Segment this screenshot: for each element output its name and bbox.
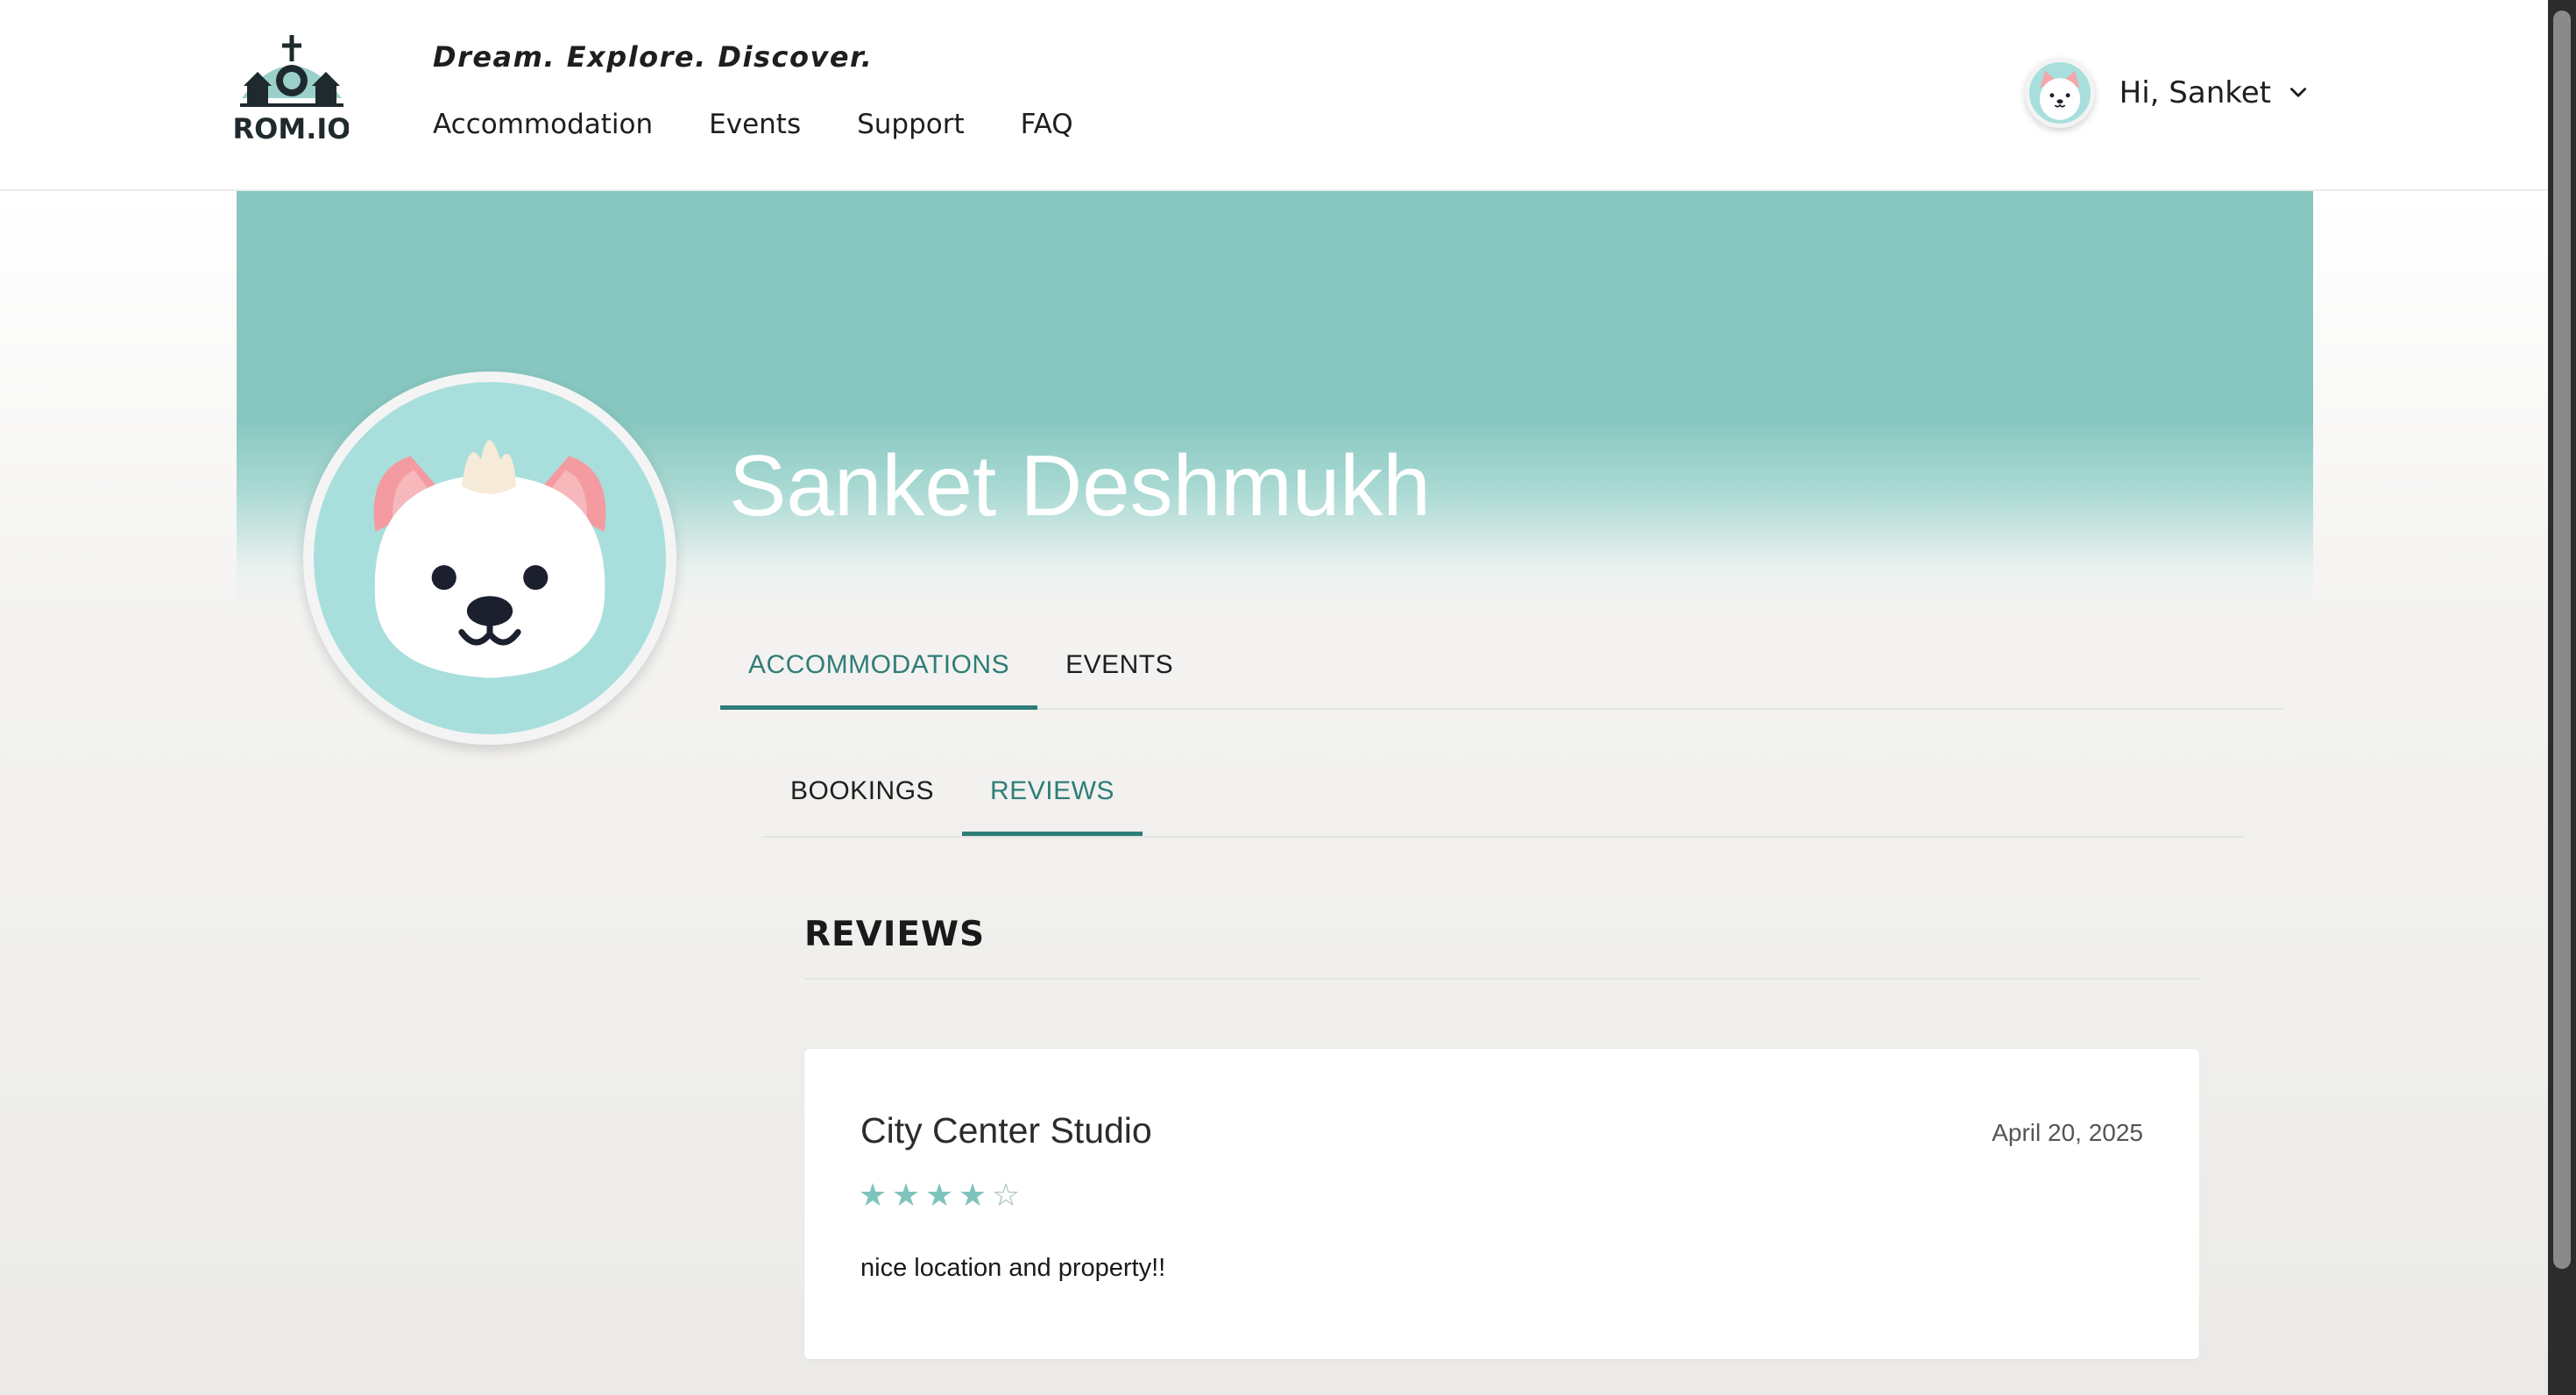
profile-avatar (303, 372, 676, 745)
star-filled-icon: ★ (958, 1178, 987, 1214)
star-empty-icon: ☆ (991, 1178, 1021, 1214)
tab-bookings[interactable]: BOOKINGS (762, 755, 962, 836)
review-date: April 20, 2025 (1992, 1119, 2143, 1146)
main-tabs: ACCOMMODATIONS EVENTS (720, 629, 2283, 710)
nav-accommodation[interactable]: Accommodation (433, 109, 653, 140)
tab-events[interactable]: EVENTS (1037, 629, 1201, 710)
review-text: nice location and property!! (860, 1254, 1166, 1282)
review-card: City Center Studio April 20, 2025 ★ ★ ★ ★ ☆ … (804, 1049, 2199, 1359)
cat-avatar-icon (373, 440, 606, 678)
logo-icon: ROM.IO (233, 35, 350, 145)
main-nav: Accommodation Events Support FAQ (433, 109, 1073, 140)
scrollbar-thumb[interactable] (2553, 11, 2571, 1269)
nav-support[interactable]: Support (857, 109, 965, 140)
logo-text: ROM.IO (235, 112, 349, 145)
star-filled-icon: ★ (924, 1178, 954, 1214)
user-menu[interactable]: Hi, Sanket (2024, 58, 2310, 128)
nav-events[interactable]: Events (709, 109, 801, 140)
cat-avatar-icon (2039, 70, 2080, 120)
nav-faq[interactable]: FAQ (1021, 109, 1073, 140)
tab-reviews[interactable]: REVIEWS (962, 755, 1143, 836)
site-logo[interactable]: ROM.IO (233, 32, 350, 145)
star-filled-icon: ★ (858, 1178, 888, 1214)
user-avatar[interactable] (2024, 58, 2095, 128)
tab-accommodations[interactable]: ACCOMMODATIONS (720, 629, 1038, 710)
top-header: ROM.IO Dream. Explore. Discover. Accommo… (0, 0, 2576, 191)
user-greeting[interactable]: Hi, Sanket (2120, 75, 2271, 110)
sub-tabs: BOOKINGS REVIEWS (762, 755, 2243, 838)
chevron-down-icon[interactable] (2287, 81, 2310, 104)
tagline: Dream. Explore. Discover. (433, 40, 874, 74)
reviews-heading: REVIEWS (804, 915, 986, 954)
star-rating: ★ ★ ★ ★ ☆ (857, 1179, 1022, 1214)
divider (804, 978, 2199, 980)
profile-name: Sanket Deshmukh (729, 437, 1431, 534)
star-filled-icon: ★ (891, 1178, 921, 1214)
review-title: City Center Studio (860, 1110, 1152, 1151)
